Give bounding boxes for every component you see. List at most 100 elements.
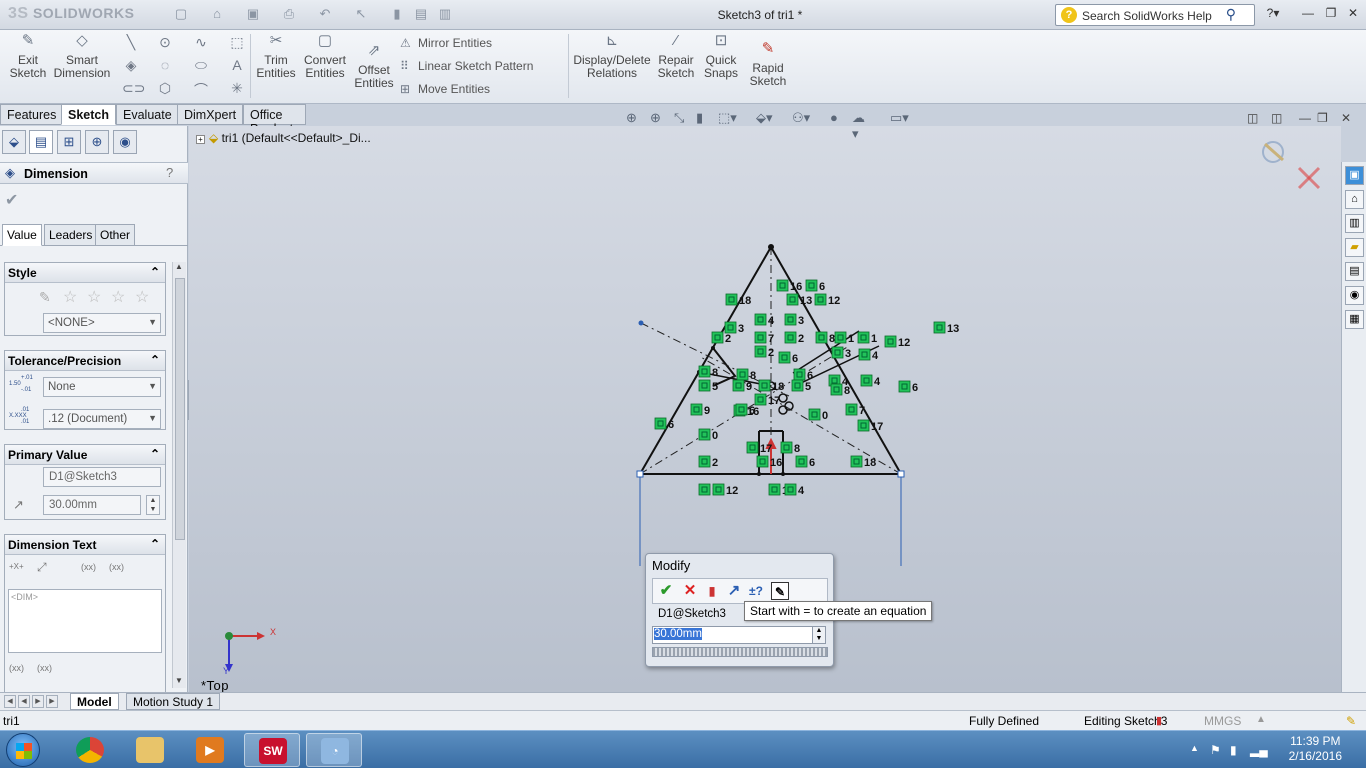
relation-icon[interactable]: 4 [754, 313, 775, 327]
value-spinner[interactable]: ▲ ▼ [146, 495, 160, 515]
convert-entities-button[interactable]: ▢ Convert Entities [302, 33, 348, 80]
circle-icon[interactable]: ⊙ [156, 34, 174, 52]
add-style-icon[interactable]: ☆ [63, 287, 77, 307]
relation-icon[interactable]: 8 [830, 383, 850, 397]
save-style-icon[interactable]: ☆ [111, 287, 125, 307]
relation-icon[interactable]: 2 [698, 455, 718, 469]
relation-icon[interactable]: 1 [857, 331, 877, 345]
edit-appearance-icon[interactable]: ● [830, 110, 838, 125]
property-manager-icon[interactable]: ▤ [29, 130, 53, 154]
restore-button[interactable]: ❐ [1322, 6, 1340, 22]
close-button[interactable]: ✕ [1344, 6, 1362, 22]
prev-tab-button[interactable]: ◀ [18, 695, 30, 708]
show-hidden-icons[interactable]: ▲ [1190, 743, 1199, 753]
relation-icon[interactable]: 16 [756, 455, 782, 469]
apply-default-icon[interactable]: ✎ [39, 289, 51, 306]
rapid-sketch-button[interactable]: ✎ Rapid Sketch [746, 41, 790, 88]
doc-restore-button[interactable]: ❐ [1317, 111, 1328, 125]
relation-icon[interactable]: 17 [857, 419, 883, 433]
doc-close-button[interactable]: ✕ [1341, 111, 1351, 125]
resources-icon[interactable]: ▣ [1345, 166, 1364, 185]
relation-icon[interactable]: 7 [754, 331, 774, 345]
relation-icon[interactable]: 13 [786, 293, 812, 307]
zoom-to-area-icon[interactable]: ⊕ [650, 110, 661, 126]
relation-icon[interactable]: 3 [784, 313, 804, 327]
status-units[interactable]: MMGS [1204, 714, 1241, 728]
relation-icon[interactable]: 5 [791, 379, 811, 393]
move-entities-button[interactable]: ⊞ Move Entities [400, 82, 490, 96]
thumbwheel[interactable] [652, 647, 828, 657]
file-explorer-icon[interactable]: ▰ [1345, 238, 1364, 257]
offset-text-icon[interactable]: (xx) [109, 562, 124, 572]
text-icon[interactable]: A [228, 57, 246, 75]
exit-sketch-button[interactable]: ✎ Exit Sketch [8, 33, 48, 80]
delete-style-icon[interactable]: ☆ [87, 287, 101, 307]
section-view-icon[interactable]: ▮ [696, 110, 703, 126]
taskbar-chrome[interactable] [62, 733, 118, 767]
expand-icon[interactable]: + [196, 135, 205, 144]
relation-icon[interactable]: 3 [831, 346, 851, 360]
tab-evaluate[interactable]: Evaluate [116, 104, 179, 125]
tab-dimxpert[interactable]: DimXpert [177, 104, 244, 125]
tooltip-status-icon[interactable]: ✎ [1346, 714, 1356, 728]
relation-icon[interactable]: 18 [758, 379, 784, 393]
taskbar-paint[interactable]: ◔ [306, 733, 362, 767]
point-icon[interactable]: ✳ [228, 80, 246, 98]
relation-icon[interactable]: 18 [725, 293, 751, 307]
display-style-icon[interactable]: ⬙▾ [756, 110, 773, 126]
tab-sketch[interactable]: Sketch [61, 104, 116, 125]
arc-icon[interactable]: ◌ [156, 57, 174, 75]
relation-icon[interactable]: 6 [778, 351, 798, 365]
mirror-entities-button[interactable]: ⚠ Mirror Entities [400, 36, 492, 50]
pm-scrollbar[interactable]: ▲ ▼ [172, 262, 186, 688]
spline-icon[interactable]: ∿ [192, 34, 210, 52]
rebuild-status-icon[interactable]: ▮ [1156, 714, 1162, 727]
tile-left-icon[interactable]: ◫ [1247, 111, 1258, 125]
modify-value-input[interactable]: 30.00mm [652, 626, 816, 644]
display-manager-icon[interactable]: ◉ [113, 130, 137, 154]
custom-properties-icon[interactable]: ▦ [1345, 310, 1364, 329]
relation-icon[interactable]: 9 [690, 403, 710, 417]
equation-icon[interactable]: ✎ [771, 582, 789, 600]
taskbar-solidworks[interactable]: SW [244, 733, 300, 767]
relation-icon[interactable]: 1 [834, 331, 854, 345]
tab-leaders[interactable]: Leaders [44, 224, 98, 246]
relation-icon[interactable]: 8 [815, 331, 835, 345]
feature-tree-item[interactable]: + ⬙ tri1 (Default<<Default>_Di... [196, 131, 371, 145]
relation-icon[interactable]: 16 [776, 279, 802, 293]
relation-icon[interactable]: 6 [898, 380, 918, 394]
trim-entities-button[interactable]: ✂ Trim Entities [255, 33, 297, 80]
tab-office-products[interactable]: Office Products [243, 104, 307, 136]
display-delete-relations-button[interactable]: ⊾ Display/Delete Relations [572, 33, 652, 80]
tab-model[interactable]: Model [70, 693, 119, 710]
search-icon[interactable]: ⚲ [1226, 6, 1236, 23]
relation-icon[interactable]: 8 [780, 441, 800, 455]
network-icon[interactable]: ▂▄ [1250, 743, 1268, 757]
relation-icon[interactable]: 4 [858, 348, 879, 362]
load-style-icon[interactable]: ☆ [135, 287, 149, 307]
taskbar-media[interactable]: ▶ [182, 733, 238, 767]
relation-icon[interactable]: 6 [735, 403, 755, 417]
relation-icon[interactable]: 6 [795, 455, 815, 469]
tab-other[interactable]: Other [95, 224, 136, 246]
add-parentheses-icon[interactable]: +X+ [9, 562, 24, 571]
design-library-icon[interactable]: ▥ [1345, 214, 1364, 233]
linear-pattern-button[interactable]: ⠿ Linear Sketch Pattern [400, 59, 533, 73]
tile-right-icon[interactable]: ◫ [1271, 111, 1282, 125]
next-tab-button[interactable]: ▶ [32, 695, 44, 708]
relation-icon[interactable]: 12 [884, 335, 910, 349]
inspection-icon[interactable]: (xx) [81, 562, 96, 572]
relation-icon[interactable]: 6 [805, 279, 825, 293]
start-button[interactable] [6, 733, 40, 767]
help-search-input[interactable]: ? Search SolidWorks Help ⚲ [1055, 4, 1255, 26]
relation-icon[interactable]: 9 [732, 379, 752, 393]
taskbar-explorer[interactable] [122, 733, 178, 767]
cancel-button[interactable]: ✕ [681, 582, 699, 600]
reset-spin-icon[interactable]: ↗ [725, 582, 743, 600]
clock[interactable]: 11:39 PM 2/16/2016 [1289, 734, 1342, 764]
pm-help-button[interactable]: ? [166, 165, 180, 181]
style-select[interactable]: <NONE> ▼ [43, 313, 161, 333]
appearances-icon[interactable]: ◉ [1345, 286, 1364, 305]
relation-icon[interactable]: 3 [724, 321, 744, 335]
feature-manager-icon[interactable]: ⬙ [2, 130, 26, 154]
